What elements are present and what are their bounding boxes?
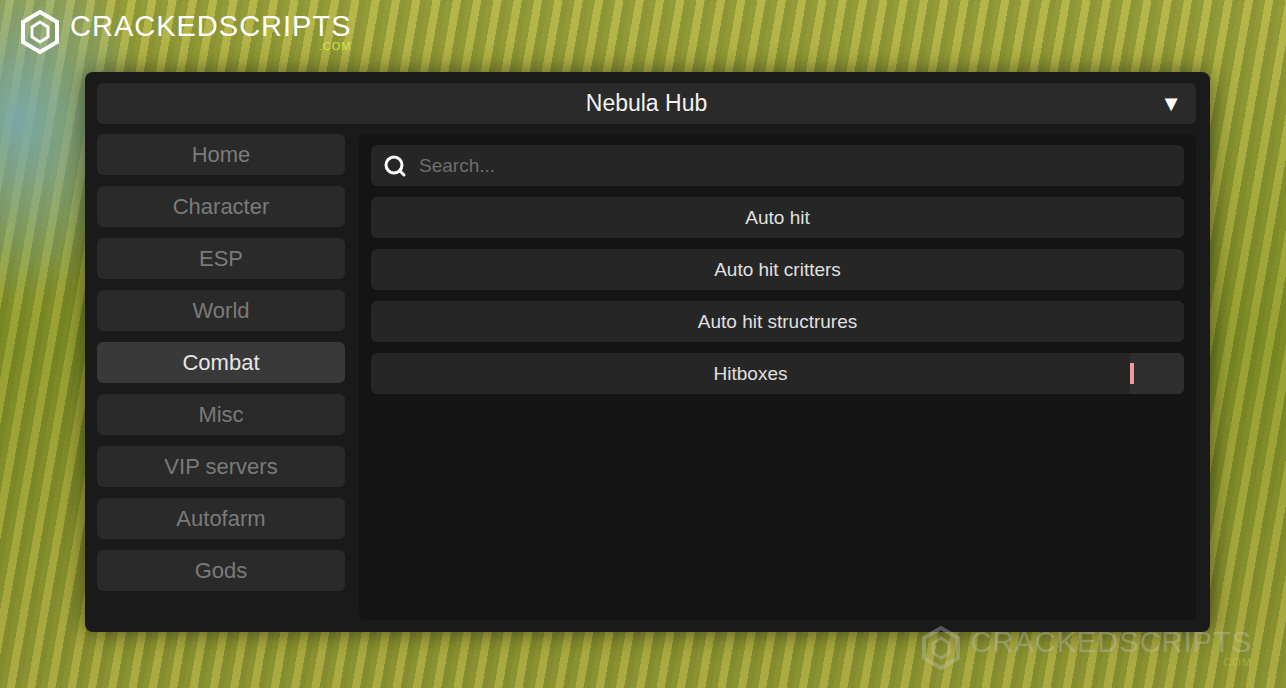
sidebar-item[interactable]: World <box>97 290 345 331</box>
watermark: CRACKEDSCRIPTS.COM <box>20 10 352 54</box>
option-button[interactable]: Auto hit critters <box>371 249 1184 290</box>
watermark-text: CRACKEDSCRIPTS.COM <box>70 12 352 52</box>
watermark-brand: CRACKEDSCRIPTS <box>70 12 352 41</box>
option-label: Auto hit structrures <box>371 301 1184 342</box>
sidebar-item[interactable]: Autofarm <box>97 498 345 539</box>
logo-icon <box>20 10 60 54</box>
sidebar-item[interactable]: VIP servers <box>97 446 345 487</box>
watermark-text: CRACKEDSCRIPTS.COM <box>971 628 1253 668</box>
sidebar-item[interactable]: Combat <box>97 342 345 383</box>
window-body: Home Character ESP World Combat Misc VIP serve… <box>97 134 1196 620</box>
option-button[interactable]: Auto hit structrures <box>371 301 1184 342</box>
search-input[interactable] <box>417 154 1172 178</box>
sidebar: Home Character ESP World Combat Misc VIP serve… <box>97 134 345 620</box>
option-label: Hitboxes <box>371 353 1130 394</box>
sidebar-item[interactable]: Character <box>97 186 345 227</box>
option-button[interactable]: Auto hit <box>371 197 1184 238</box>
game-scene: CRACKEDSCRIPTS.COMCRACKEDSCRIPTS.COMNebu… <box>0 0 1286 688</box>
sidebar-item[interactable]: Home <box>97 134 345 175</box>
collapse-button[interactable]: ▼ <box>1160 91 1182 117</box>
sidebar-item[interactable]: Gods <box>97 550 345 591</box>
window-title: Nebula Hub <box>586 90 707 117</box>
watermark-domain: .COM <box>1219 657 1252 668</box>
sidebar-item[interactable]: ESP <box>97 238 345 279</box>
title-bar[interactable]: Nebula Hub ▼ <box>97 83 1196 124</box>
option-input[interactable] <box>1130 353 1184 394</box>
watermark: CRACKEDSCRIPTS.COM <box>921 626 1253 670</box>
watermark-brand: CRACKEDSCRIPTS <box>971 628 1253 657</box>
watermark-domain: .COM <box>319 41 352 52</box>
option-label: Auto hit <box>371 197 1184 238</box>
search-icon <box>383 154 407 178</box>
sidebar-item[interactable]: Misc <box>97 394 345 435</box>
content-panel: Auto hit Auto hit critters Auto hit struct… <box>359 134 1196 620</box>
option-textbox-row[interactable]: Hitboxes <box>371 353 1184 394</box>
hub-window: Nebula Hub ▼ Home Character ESP World Combat Mi… <box>85 72 1210 632</box>
input-caret <box>1130 363 1134 384</box>
search-field[interactable] <box>371 145 1184 186</box>
logo-icon <box>921 626 961 670</box>
option-label: Auto hit critters <box>371 249 1184 290</box>
